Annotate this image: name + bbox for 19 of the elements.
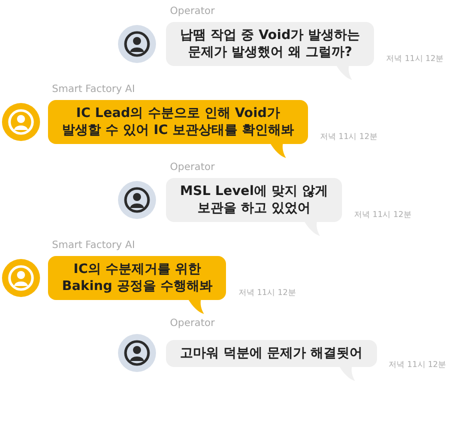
bubble-tail: [270, 143, 286, 158]
message-bubble: MSL Level에 맞지 않게 보관을 하고 있었어: [166, 178, 342, 222]
avatar-icon: [118, 25, 156, 63]
avatar-icon: [118, 334, 156, 372]
sender-name: Operator: [170, 5, 216, 18]
message-bubble: 납땜 작업 중 Void가 발생하는 문제가 발생했어 왜 그럴까?: [166, 22, 374, 66]
message-time: 저녁 11시 12분: [388, 359, 446, 370]
message-time: 저녁 11시 12분: [238, 287, 296, 298]
sender-name: Operator: [170, 161, 216, 174]
message-time: 저녁 11시 12분: [320, 131, 378, 142]
message-bubble: IC의 수분제거를 위한 Baking 공정을 수행해봐: [48, 256, 226, 300]
message-time: 저녁 11시 12분: [354, 209, 412, 220]
sender-name: Smart Factory AI: [52, 83, 136, 96]
message-bubble: IC Lead의 수분으로 인해 Void가 발생할 수 있어 IC 보관상태를 확인해봐: [48, 100, 308, 144]
avatar-icon: [118, 181, 156, 219]
message-time: 저녁 11시 12분: [386, 53, 444, 64]
bubble-tail: [188, 299, 204, 314]
sender-name: Operator: [170, 317, 216, 330]
sender-name: Smart Factory AI: [52, 239, 136, 252]
